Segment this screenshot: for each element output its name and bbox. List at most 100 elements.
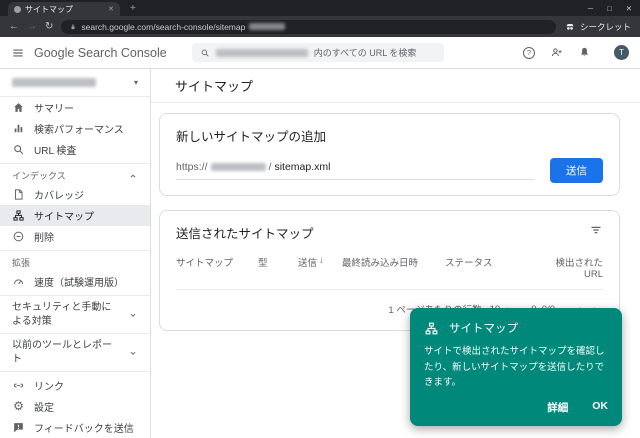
search-icon — [12, 143, 25, 156]
sidebar-item-label: リンク — [34, 382, 64, 393]
browser-tab[interactable]: サイトマップ ✕ — [8, 2, 120, 16]
sidebar-item-sitemaps[interactable]: サイトマップ — [0, 205, 150, 226]
sidebar-item-coverage[interactable]: カバレッジ — [0, 184, 150, 205]
ok-button[interactable]: OK — [592, 400, 608, 415]
sidebar-item-label: サマリー — [34, 104, 74, 115]
divider — [0, 295, 150, 296]
performance-chart-icon — [12, 122, 25, 135]
logo-google: Google — [34, 45, 75, 60]
window-minimize-button[interactable]: ─ — [588, 4, 593, 13]
sidebar-item-label: 検索パフォーマンス — [34, 125, 124, 136]
incognito-label: シークレット — [579, 21, 631, 32]
header-icons: ? — [523, 46, 591, 59]
chevron-down-icon: ▾ — [133, 78, 138, 87]
window-controls: ─ □ ✕ — [588, 0, 632, 16]
window-close-button[interactable]: ✕ — [626, 4, 632, 13]
lock-icon — [69, 23, 77, 31]
app-logo[interactable]: Google Search Console — [34, 46, 167, 60]
sidebar-item-performance[interactable]: 検索パフォーマンス — [0, 118, 150, 139]
sidebar-item-speed[interactable]: 速度（試験運用版） — [0, 271, 150, 292]
sidebar-item-url-inspection[interactable]: URL 検査 — [0, 139, 150, 160]
logo-product: Search Console — [77, 45, 167, 60]
hamburger-menu-icon[interactable] — [11, 46, 25, 60]
column-status[interactable]: ステータス — [445, 255, 540, 280]
table-header-row: サイトマップ 型 送信 ↓ 最終読み込み日時 ステータス 検出された URL — [176, 255, 603, 290]
help-icon[interactable]: ? — [523, 46, 535, 59]
add-sitemap-card: 新しいサイトマップの追加 https:// / 送信 — [159, 113, 620, 196]
tab-close-icon[interactable]: ✕ — [108, 5, 114, 13]
url-text: search.google.com/search-console/sitemap — [81, 21, 246, 32]
incognito-badge: シークレット — [564, 21, 631, 33]
sitemap-url-row: https:// / 送信 — [176, 158, 603, 183]
feedback-icon — [12, 421, 25, 434]
account-avatar[interactable]: T — [614, 45, 629, 60]
sidebar-item-label: 以前のツールとレポート — [12, 340, 112, 365]
sidebar-item-label: 速度（試験運用版） — [34, 278, 124, 289]
browser-toolbar: ← → ↻ search.google.com/search-console/s… — [0, 16, 640, 37]
column-submitted[interactable]: 送信 ↓ — [298, 255, 342, 280]
sitemap-url-field[interactable]: https:// / — [176, 161, 534, 180]
sidebar-item-security-manual-actions[interactable]: セキュリティと手動による対策 — [0, 299, 150, 330]
details-button[interactable]: 詳細 — [547, 400, 568, 415]
sidebar-item-send-feedback[interactable]: フィードバックを送信 — [0, 417, 150, 438]
section-label: インデックス — [12, 171, 66, 181]
sort-desc-icon: ↓ — [319, 255, 324, 266]
column-sitemap[interactable]: サイトマップ — [176, 255, 258, 280]
coverage-document-icon — [12, 188, 25, 201]
section-label: 拡張 — [12, 258, 31, 268]
popup-title: サイトマップ — [449, 323, 518, 336]
sitemap-path-input[interactable] — [274, 161, 355, 173]
browser-window: サイトマップ ✕ + ─ □ ✕ ← → ↻ search.google.com… — [0, 0, 640, 438]
popup-header: サイトマップ — [424, 320, 608, 336]
sidebar-item-label: フィードバックを送信 — [34, 424, 134, 435]
sidebar-item-label: カバレッジ — [34, 191, 84, 202]
sidebar-item-label: 削除 — [34, 233, 54, 244]
card-title: 新しいサイトマップの追加 — [176, 130, 327, 144]
home-icon — [12, 101, 25, 114]
sidebar-item-settings[interactable]: ⚙ 設定 — [0, 396, 150, 417]
sidebar-item-label: セキュリティと手動による対策 — [12, 302, 112, 327]
url-slash: / — [268, 161, 272, 173]
submit-button[interactable]: 送信 — [550, 158, 603, 183]
browser-tab-bar: サイトマップ ✕ + ─ □ ✕ — [0, 0, 640, 16]
sidebar-section-index[interactable]: インデックス — [0, 167, 150, 184]
gear-icon: ⚙ — [13, 399, 24, 413]
divider — [0, 333, 150, 334]
sitemap-icon — [12, 209, 25, 222]
column-type[interactable]: 型 — [258, 255, 298, 280]
sidebar-item-summary[interactable]: サマリー — [0, 97, 150, 118]
search-icon — [200, 48, 210, 58]
remove-circle-icon — [12, 230, 25, 243]
card-title: 送信されたサイトマップ — [176, 227, 314, 241]
property-selector[interactable]: ▾ — [0, 69, 150, 97]
redacted-domain — [210, 163, 266, 171]
back-icon[interactable]: ← — [9, 21, 19, 32]
page-title: サイトマップ — [151, 69, 640, 103]
sidebar-section-enhancements[interactable]: 拡張 — [0, 254, 150, 271]
app-header: Google Search Console 内のすべての URL を検索 ? T — [0, 37, 640, 69]
person-add-icon[interactable] — [550, 46, 563, 59]
forward-icon[interactable]: → — [27, 21, 37, 32]
card-header: 送信されたサイトマップ — [176, 223, 603, 242]
sidebar-item-legacy-tools[interactable]: 以前のツールとレポート — [0, 337, 150, 368]
sitemaps-info-popup: サイトマップ サイトで検出されたサイトマップを確認したり、新しいサイトマップを送… — [410, 308, 622, 426]
column-last-read[interactable]: 最終読み込み日時 — [342, 255, 445, 280]
address-bar[interactable]: search.google.com/search-console/sitemap — [61, 19, 556, 34]
column-discovered-urls[interactable]: 検出された URL — [540, 255, 603, 280]
reload-icon[interactable]: ↻ — [45, 21, 53, 32]
link-icon — [12, 379, 25, 392]
new-tab-button[interactable]: + — [130, 1, 136, 16]
sidebar-item-label: URL 検査 — [34, 146, 77, 157]
popup-actions: 詳細 OK — [424, 400, 608, 415]
tab-title: サイトマップ — [25, 4, 73, 14]
url-prefix: https:// — [176, 161, 208, 173]
search-input[interactable]: 内のすべての URL を検索 — [191, 43, 444, 62]
window-maximize-button[interactable]: □ — [607, 4, 612, 13]
sidebar-item-removals[interactable]: 削除 — [0, 226, 150, 247]
search-placeholder: 内のすべての URL を検索 — [313, 48, 417, 58]
filter-icon[interactable] — [589, 223, 603, 237]
sidebar-item-links[interactable]: リンク — [0, 375, 150, 396]
notifications-bell-icon[interactable] — [578, 46, 591, 59]
tab-favicon — [14, 5, 21, 13]
chevron-down-icon — [128, 310, 138, 320]
